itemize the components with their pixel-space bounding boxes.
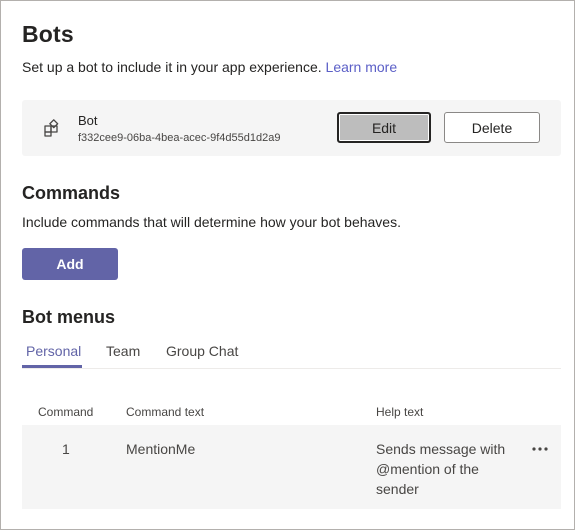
column-header-command: Command bbox=[38, 405, 94, 419]
more-options-icon[interactable] bbox=[528, 437, 552, 461]
page-title: Bots bbox=[22, 21, 74, 47]
subtitle-text: Set up a bot to include it in your app e… bbox=[22, 59, 322, 75]
bot-name: Bot bbox=[78, 113, 98, 128]
bot-id: f332cee9-06ba-4bea-acec-9f4d55d1d2a9 bbox=[78, 132, 281, 144]
row-help-text: Sends message with @mention of the sende… bbox=[376, 441, 506, 497]
commands-heading: Commands bbox=[22, 183, 121, 203]
tab-team[interactable]: Team bbox=[106, 343, 140, 359]
learn-more-link[interactable]: Learn more bbox=[326, 59, 398, 75]
active-tab-indicator bbox=[22, 365, 82, 368]
commands-description: Include commands that will determine how… bbox=[22, 214, 401, 230]
delete-button[interactable]: Delete bbox=[444, 112, 540, 143]
bot-menus-heading: Bot menus bbox=[22, 307, 116, 327]
row-command: 1 bbox=[62, 441, 70, 457]
column-header-help-text: Help text bbox=[376, 405, 424, 419]
bot-puzzle-icon bbox=[44, 119, 59, 137]
bots-panel: Bots Set up a bot to include it in your … bbox=[0, 0, 575, 530]
bot-menu-tabs: Personal Team Group Chat bbox=[22, 337, 561, 369]
bot-card: Bot f332cee9-06ba-4bea-acec-9f4d55d1d2a9… bbox=[22, 100, 561, 156]
table-row: 1 MentionMe Sends message with @mention … bbox=[22, 425, 561, 509]
edit-button[interactable]: Edit bbox=[337, 112, 431, 143]
tab-personal[interactable]: Personal bbox=[26, 343, 81, 359]
row-command-text: MentionMe bbox=[126, 441, 196, 457]
page-subtitle: Set up a bot to include it in your app e… bbox=[22, 59, 397, 75]
tab-group-chat[interactable]: Group Chat bbox=[166, 343, 238, 359]
column-header-command-text: Command text bbox=[126, 405, 205, 419]
add-command-button[interactable]: Add bbox=[22, 248, 118, 280]
